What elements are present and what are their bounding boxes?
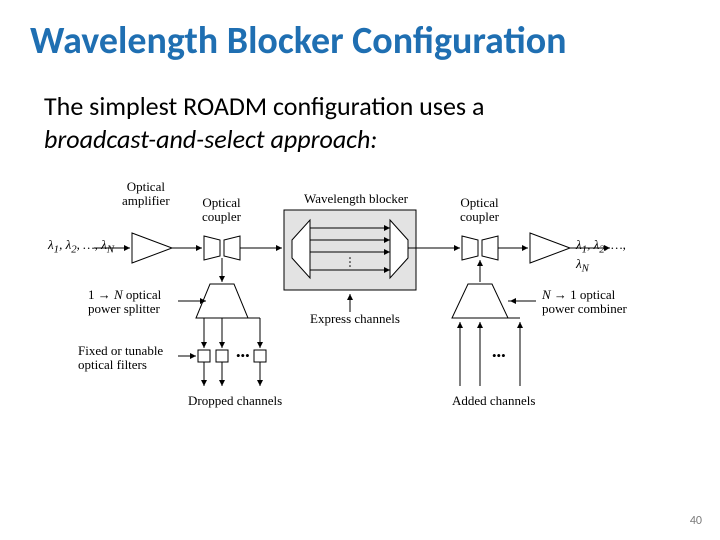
body-text: The simplest ROADM configuration uses a … [44,90,484,155]
label-coupler-left: Opticalcoupler [202,196,241,225]
label-blocker: Wavelength blocker [304,192,408,206]
label-filters: Fixed or tunableoptical filters [78,344,163,373]
diagram: ••• ••• Opticalamplifier Opticalcoupler [92,178,628,448]
label-lambda-in: λ1, λ2, …, λN [48,238,114,257]
body-line-2: broadcast-and-select approach: [44,123,377,155]
dots-filters: ••• [236,348,250,363]
body-line-1: The simplest ROADM configuration uses a [44,90,484,122]
label-lambda-out: λ1, λ2, …, λN [576,238,628,275]
page-number: 40 [690,514,702,528]
slide-title: Wavelength Blocker Configuration [30,18,567,64]
label-coupler-right: Opticalcoupler [460,196,499,225]
label-combiner: N → 1 opticalpower combiner [542,288,627,317]
label-amplifier: Opticalamplifier [122,180,170,209]
slide: Wavelength Blocker Configuration The sim… [0,0,720,540]
label-splitter: 1 → N opticalpower splitter [88,288,161,317]
dots-added: ••• [492,348,506,363]
label-express: Express channels [310,312,400,326]
label-added: Added channels [452,394,535,408]
label-dropped: Dropped channels [188,394,282,408]
